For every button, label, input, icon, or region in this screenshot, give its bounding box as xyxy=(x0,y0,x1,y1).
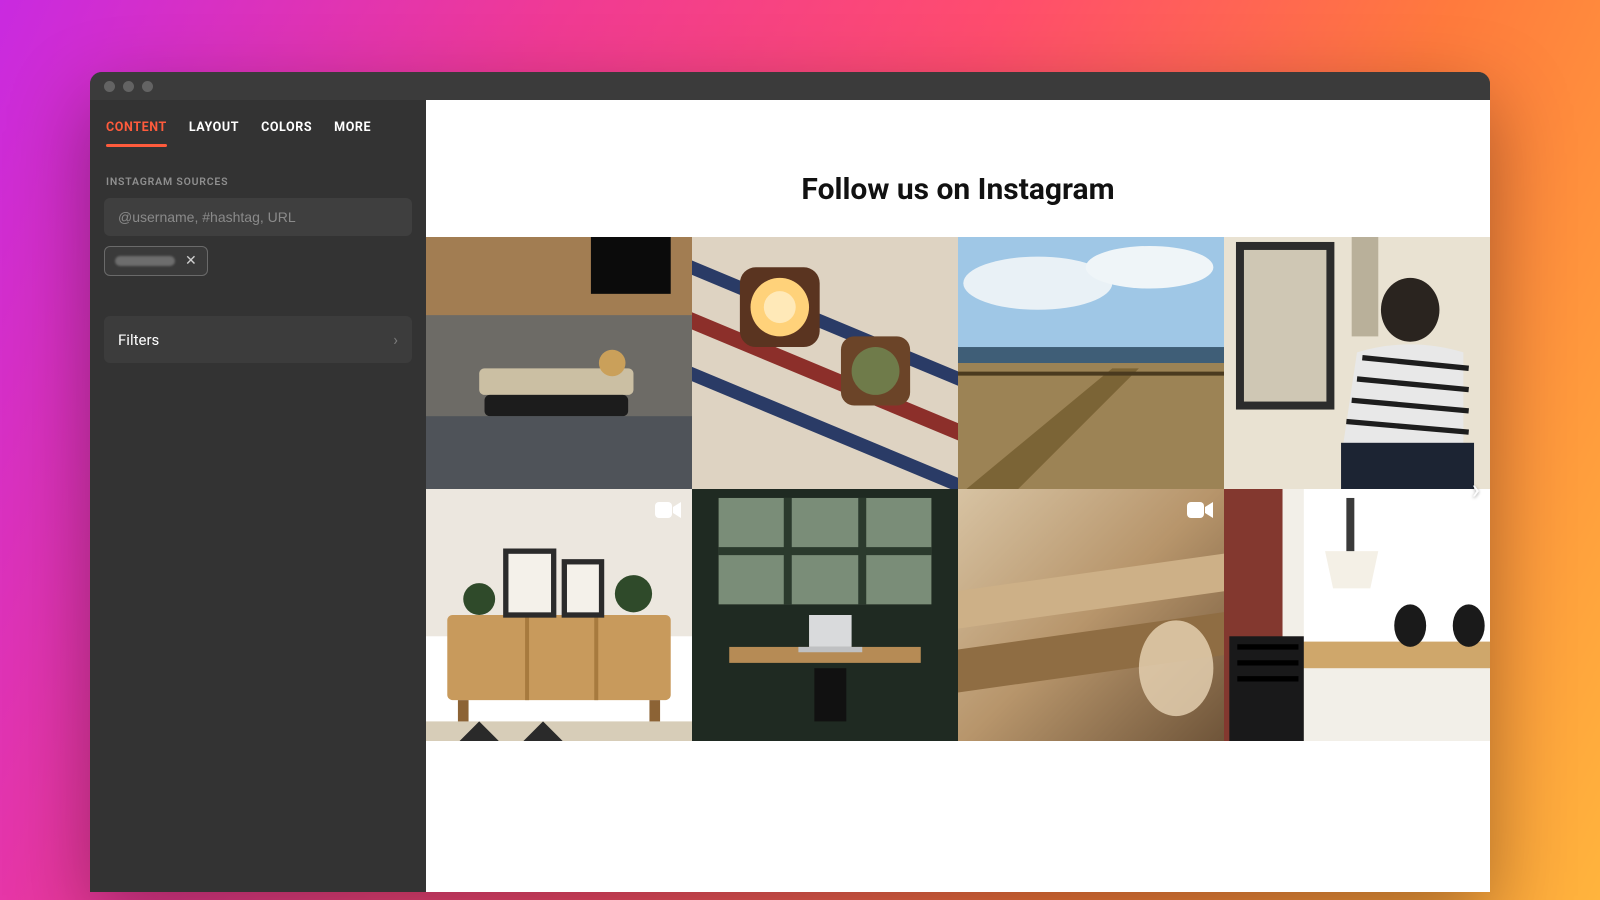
tab-layout[interactable]: LAYOUT xyxy=(189,120,239,147)
feed-image-2[interactable] xyxy=(692,237,958,489)
feed-image-1[interactable] xyxy=(426,237,692,489)
window-zoom-dot[interactable] xyxy=(142,81,153,92)
feed-image-7[interactable] xyxy=(958,489,1224,741)
window-titlebar xyxy=(90,72,1490,100)
video-badge-icon xyxy=(1186,499,1214,521)
sidebar-tabs: CONTENT LAYOUT COLORS MORE xyxy=(104,116,412,147)
source-input[interactable] xyxy=(104,198,412,236)
window-minimize-dot[interactable] xyxy=(123,81,134,92)
photo-icon xyxy=(692,237,958,489)
feed-grid-wrapper: › xyxy=(426,237,1490,741)
source-chip-remove[interactable]: ✕ xyxy=(183,252,199,270)
source-chip-row: ✕ xyxy=(104,246,412,276)
window-close-dot[interactable] xyxy=(104,81,115,92)
tab-content[interactable]: CONTENT xyxy=(106,120,167,147)
photo-icon xyxy=(1224,237,1490,489)
feed-image-8[interactable] xyxy=(1224,489,1490,741)
filters-row[interactable]: Filters › xyxy=(104,316,412,363)
chevron-right-icon: › xyxy=(393,330,398,349)
feed-image-6[interactable] xyxy=(692,489,958,741)
preview-panel: Follow us on Instagram xyxy=(426,100,1490,892)
photo-icon xyxy=(1224,489,1490,741)
carousel-next-button[interactable]: › xyxy=(1472,473,1480,506)
sources-section-label: INSTAGRAM SOURCES xyxy=(104,175,412,188)
feed-image-3[interactable] xyxy=(958,237,1224,489)
feed-grid xyxy=(426,237,1490,741)
feed-image-4[interactable] xyxy=(1224,237,1490,489)
video-badge-icon xyxy=(654,499,682,521)
source-chip[interactable]: ✕ xyxy=(104,246,208,276)
preview-title: Follow us on Instagram xyxy=(426,172,1490,207)
photo-icon xyxy=(958,489,1224,741)
app-body: CONTENT LAYOUT COLORS MORE INSTAGRAM SOU… xyxy=(90,100,1490,892)
filters-label: Filters xyxy=(118,331,159,349)
tab-more[interactable]: MORE xyxy=(334,120,371,147)
source-chip-text xyxy=(115,256,175,266)
photo-icon xyxy=(958,237,1224,489)
app-window: CONTENT LAYOUT COLORS MORE INSTAGRAM SOU… xyxy=(90,72,1490,892)
settings-sidebar: CONTENT LAYOUT COLORS MORE INSTAGRAM SOU… xyxy=(90,100,426,892)
photo-icon xyxy=(426,237,692,489)
photo-icon xyxy=(692,489,958,741)
photo-icon xyxy=(426,489,692,741)
tab-colors[interactable]: COLORS xyxy=(261,120,312,147)
feed-image-5[interactable] xyxy=(426,489,692,741)
